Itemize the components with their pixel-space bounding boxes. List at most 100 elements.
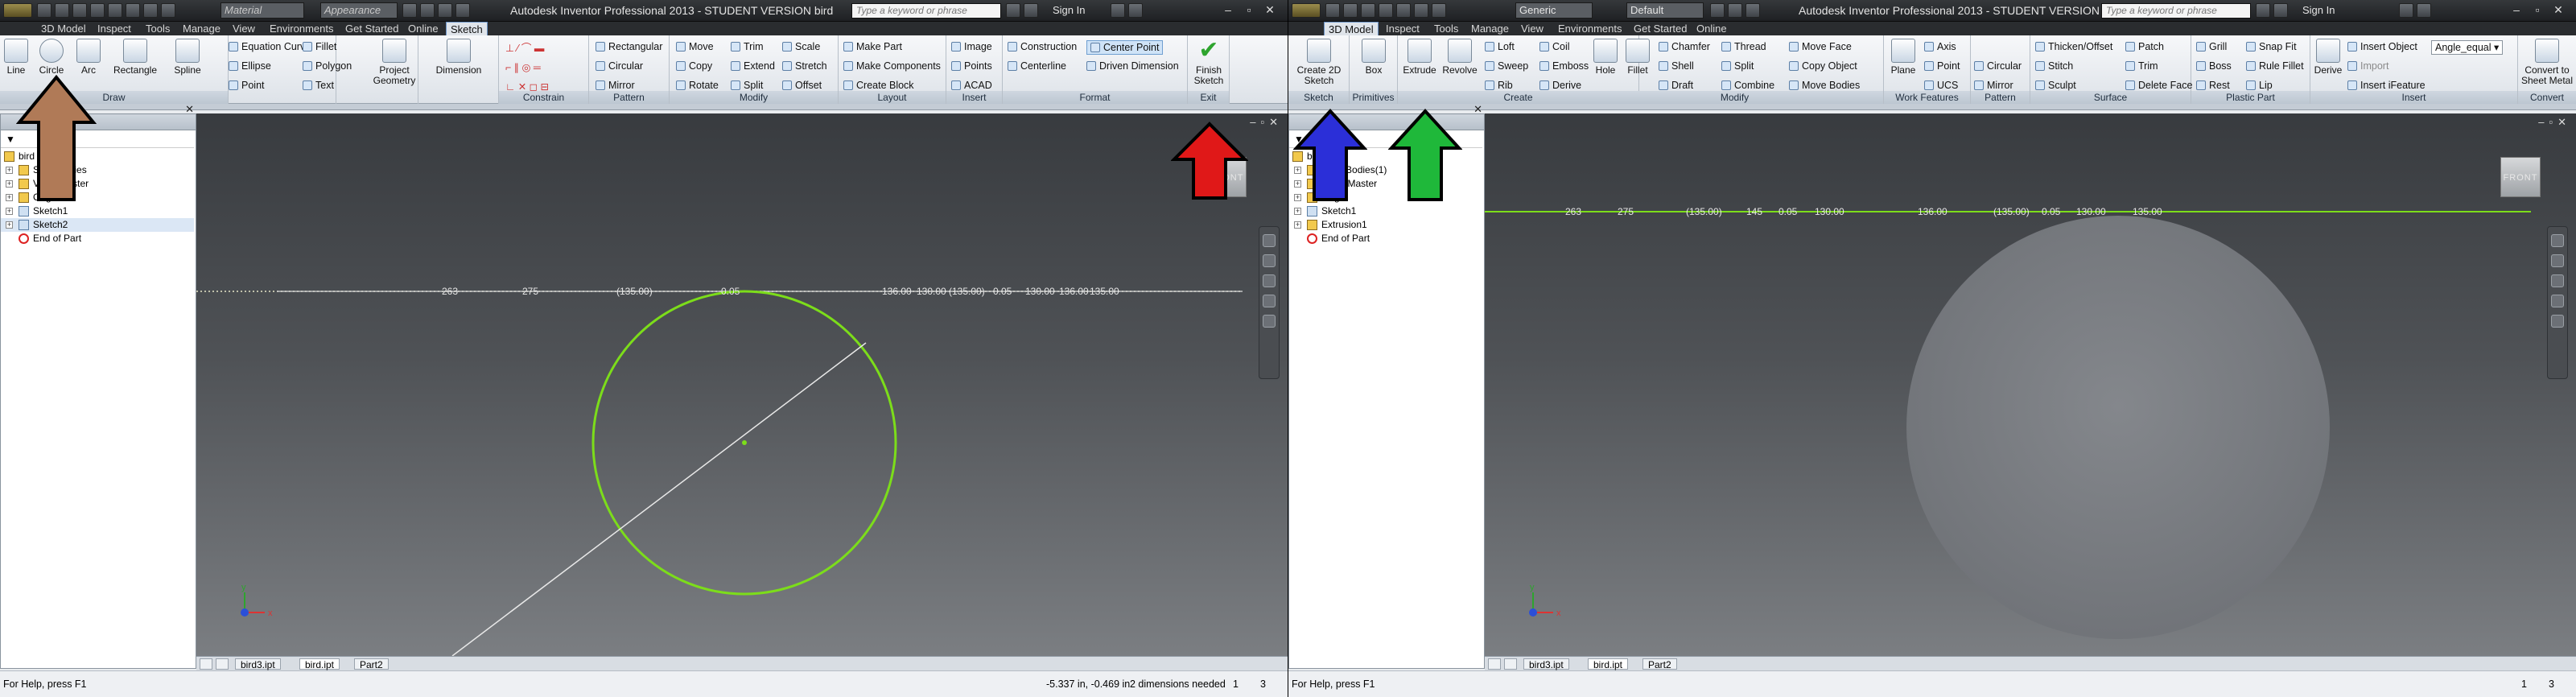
spline-tool[interactable]: Spline xyxy=(167,39,208,76)
search-icon[interactable] xyxy=(1006,3,1020,18)
diagonal-sketch-line[interactable] xyxy=(451,342,867,656)
rotate-tool[interactable]: Rotate xyxy=(676,79,719,92)
move-face-tool[interactable]: Move Face xyxy=(1789,40,1852,53)
scale-tool[interactable]: Scale xyxy=(782,40,820,53)
search-input[interactable]: Type a keyword or phrase xyxy=(851,3,1001,19)
sweep-tool[interactable]: Sweep xyxy=(1485,60,1528,72)
work-point-tool[interactable]: Point xyxy=(1924,60,1960,72)
image-tool[interactable]: Image xyxy=(951,40,992,53)
tab-3d-model[interactable]: 3D Model xyxy=(1324,22,1379,35)
mirror-tool[interactable]: Mirror xyxy=(596,79,635,92)
search-input[interactable]: Type a keyword or phrase xyxy=(2101,3,2251,19)
dimension-label[interactable]: 0.05 xyxy=(2042,206,2061,217)
app-menu-icon[interactable] xyxy=(3,3,32,18)
expand-icon[interactable]: + xyxy=(6,167,13,174)
extrude-button[interactable]: Extrude xyxy=(1401,39,1438,76)
dimension-label[interactable]: (135.00) xyxy=(616,286,653,297)
insert-ifeature-tool[interactable]: Insert iFeature xyxy=(2347,79,2426,92)
hole-button[interactable]: Hole xyxy=(1591,39,1620,76)
tab-online[interactable]: Online xyxy=(1692,22,1731,35)
make-part-tool[interactable]: Make Part xyxy=(843,40,902,53)
maximize-icon[interactable]: ▫ xyxy=(1241,3,1257,18)
doc-tab-part2[interactable]: Part2 xyxy=(354,658,389,670)
lip-tool[interactable]: Lip xyxy=(2246,79,2273,92)
update-icon[interactable] xyxy=(143,3,158,18)
tab-manage[interactable]: Manage xyxy=(1467,22,1513,35)
axis-tool[interactable]: Axis xyxy=(1924,40,1956,53)
sign-in-link[interactable]: Sign In xyxy=(2302,4,2335,16)
rest-tool[interactable]: Rest xyxy=(2196,79,2230,92)
graphics-viewport[interactable]: –▫✕ FRONT 263 275 (135.00) 145 0.05 130.… xyxy=(1485,113,2576,656)
tab-view[interactable]: View xyxy=(1517,22,1548,35)
cascade-icon[interactable] xyxy=(216,658,229,670)
doc-tab-bird3[interactable]: bird3.ipt xyxy=(235,658,281,670)
circular-pattern-tool[interactable]: Circular xyxy=(1974,60,2022,72)
dimension-label[interactable]: 130.00 xyxy=(1025,286,1055,297)
extend-tool[interactable]: Extend xyxy=(731,60,775,72)
box-button[interactable]: Box xyxy=(1354,39,1393,76)
surface-trim-tool[interactable]: Trim xyxy=(2125,60,2158,72)
combine-tool[interactable]: Combine xyxy=(1721,79,1774,92)
tab-environments[interactable]: Environments xyxy=(1554,22,1626,35)
app-menu-icon[interactable] xyxy=(1292,3,1321,18)
tab-view[interactable]: View xyxy=(229,22,259,35)
measure-icon[interactable] xyxy=(420,3,435,18)
minimize-icon[interactable]: – xyxy=(1220,3,1236,18)
tab-get-started[interactable]: Get Started xyxy=(1630,22,1691,35)
dropdown-icon[interactable] xyxy=(455,3,470,18)
circular-pattern-tool[interactable]: Circular xyxy=(596,60,643,72)
dimension-label[interactable]: 130.00 xyxy=(2076,206,2106,217)
driven-dimension-tool[interactable]: Driven Dimension xyxy=(1086,60,1179,72)
circle-center-point[interactable] xyxy=(742,440,747,445)
acad-tool[interactable]: ACAD xyxy=(951,79,992,92)
convert-sheet-metal-button[interactable]: Convert to Sheet Metal xyxy=(2518,39,2576,86)
dimension-label[interactable]: (135.00) xyxy=(949,286,985,297)
exchange-icon[interactable] xyxy=(2399,3,2413,18)
dimension-label[interactable]: 0.05 xyxy=(721,286,740,297)
search-icon[interactable] xyxy=(2256,3,2270,18)
maximize-icon[interactable]: ▫ xyxy=(2529,3,2545,18)
derive-tool[interactable]: Derive xyxy=(1539,79,1581,92)
thread-tool[interactable]: Thread xyxy=(1721,40,1766,53)
doc-tab-bird3[interactable]: bird3.ipt xyxy=(1523,658,1569,670)
tab-get-started[interactable]: Get Started xyxy=(341,22,402,35)
dimension-label[interactable]: 130.00 xyxy=(917,286,946,297)
undo-icon[interactable] xyxy=(90,3,105,18)
fillet-tool[interactable]: Fillet xyxy=(303,40,336,53)
home-icon[interactable] xyxy=(1414,3,1428,18)
circle-tool[interactable]: Circle xyxy=(35,39,68,76)
construction-tool[interactable]: Construction xyxy=(1008,40,1077,53)
centerline-tool[interactable]: Centerline xyxy=(1008,60,1066,72)
finish-sketch-button[interactable]: ✔ Finish Sketch xyxy=(1189,39,1228,86)
home-icon[interactable] xyxy=(126,3,140,18)
browser-close-icon[interactable]: ✕ xyxy=(185,103,194,116)
tree-node-extrusion1[interactable]: + Extrusion1 xyxy=(1289,218,1482,232)
redo-icon[interactable] xyxy=(108,3,122,18)
stretch-tool[interactable]: Stretch xyxy=(782,60,827,72)
import-tool[interactable]: Import xyxy=(2347,60,2388,72)
extruded-disc[interactable] xyxy=(1906,216,2330,639)
loft-tool[interactable]: Loft xyxy=(1485,40,1515,53)
stitch-tool[interactable]: Stitch xyxy=(2035,60,2073,72)
save-icon[interactable] xyxy=(72,3,87,18)
tab-3d-model[interactable]: 3D Model xyxy=(37,22,90,35)
close-icon[interactable]: ✕ xyxy=(1262,3,1278,18)
help-icon[interactable] xyxy=(1128,3,1143,18)
tab-inspect[interactable]: Inspect xyxy=(93,22,135,35)
update-icon[interactable] xyxy=(1432,3,1446,18)
minimize-icon[interactable]: – xyxy=(2508,3,2524,18)
draft-tool[interactable]: Draft xyxy=(1659,79,1693,92)
sign-in-link[interactable]: Sign In xyxy=(1053,4,1085,16)
dimension-label[interactable]: 136.00 xyxy=(1059,286,1089,297)
text-tool[interactable]: Text xyxy=(303,79,334,92)
fillet-button[interactable]: Fillet xyxy=(1622,39,1654,76)
expand-icon[interactable]: + xyxy=(1294,208,1301,215)
ellipse-tool[interactable]: Ellipse xyxy=(229,60,271,72)
tab-sketch[interactable]: Sketch xyxy=(446,22,488,35)
rectangle-tool[interactable]: Rectangle xyxy=(111,39,159,76)
delete-face-tool[interactable]: Delete Face xyxy=(2125,79,2192,92)
tree-node-end-of-part[interactable]: End of Part xyxy=(1,232,194,245)
dimension-label[interactable]: 275 xyxy=(522,286,538,297)
offset-tool[interactable]: Offset xyxy=(782,79,822,92)
appearance-combo[interactable]: Default xyxy=(1626,2,1704,19)
